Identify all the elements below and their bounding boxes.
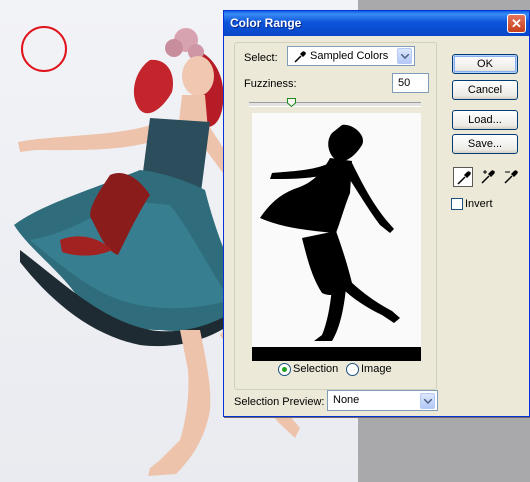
close-icon: ✕ (511, 16, 522, 31)
selection-preview-image (252, 113, 421, 361)
chevron-down-icon (401, 54, 409, 59)
eyedropper-icon (457, 171, 471, 185)
selection-preview-value: None (333, 394, 360, 406)
color-range-dialog: Color Range ✕ Select: Sampled Colors Fuz… (223, 10, 530, 417)
selection-preview-label: Selection Preview: (234, 396, 325, 408)
dialog-titlebar[interactable]: Color Range ✕ (224, 11, 529, 36)
eyedropper-minus-icon (504, 170, 518, 184)
add-to-sample-tool[interactable] (478, 167, 498, 187)
dancer-silhouette (260, 124, 400, 341)
select-dropdown[interactable]: Sampled Colors (287, 46, 415, 66)
radio-selection-circle[interactable] (278, 363, 291, 376)
fuzziness-input[interactable]: 50 (392, 73, 429, 93)
eyedropper-plus-icon (481, 170, 495, 184)
radio-image-circle[interactable] (346, 363, 359, 376)
invert-checkbox[interactable] (451, 198, 463, 210)
ok-button[interactable]: OK (452, 54, 518, 74)
subtract-from-sample-tool[interactable] (501, 167, 521, 187)
radio-image-label: Image (361, 363, 392, 375)
select-label: Select: (244, 52, 278, 64)
close-button[interactable]: ✕ (507, 14, 526, 33)
select-value: Sampled Colors (310, 50, 389, 62)
selection-preview-dropdown-button[interactable] (420, 393, 435, 409)
cancel-button[interactable]: Cancel (452, 80, 518, 100)
eyedropper-icon (294, 51, 306, 63)
invert-label: Invert (465, 198, 493, 210)
dialog-title: Color Range (230, 16, 302, 30)
eyedropper-tool[interactable] (453, 167, 473, 187)
save-button[interactable]: Save... (452, 134, 518, 154)
load-button[interactable]: Load... (452, 110, 518, 130)
preview-mask (252, 113, 421, 347)
select-dropdown-button[interactable] (397, 48, 412, 64)
fuzziness-slider-track[interactable] (249, 102, 421, 107)
radio-selection-label: Selection (293, 363, 339, 375)
selection-preview-dropdown[interactable]: None (327, 390, 438, 411)
fuzziness-slider-thumb[interactable] (287, 98, 296, 107)
brush-cursor-circle (21, 26, 67, 72)
chevron-down-icon (424, 399, 432, 404)
fuzziness-label: Fuzziness: (244, 78, 297, 90)
